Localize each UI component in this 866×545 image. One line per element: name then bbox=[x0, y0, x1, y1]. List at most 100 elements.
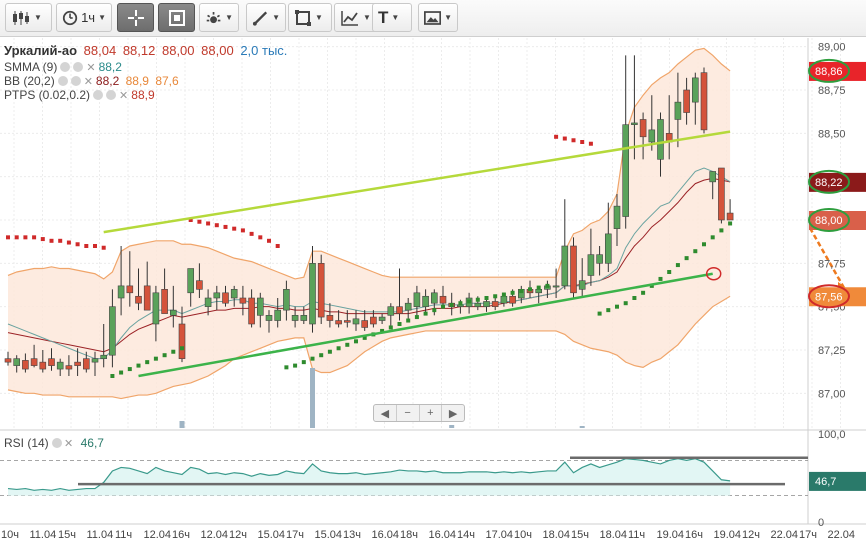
sun-icon bbox=[206, 11, 221, 23]
price-chart[interactable]: 89,0088,7588,5088,2588,0087,7587,5087,25… bbox=[0, 37, 866, 545]
candle-body bbox=[726, 212, 734, 221]
gear-icon[interactable] bbox=[52, 438, 63, 448]
candle-body bbox=[561, 245, 569, 287]
zoom-out-icon[interactable]: − bbox=[397, 405, 420, 421]
time-tick-label: 10ч bbox=[1, 529, 19, 541]
sar-dot bbox=[580, 140, 585, 144]
smma-label: SMMA (9) bbox=[4, 60, 58, 74]
time-tick-label: 10ч bbox=[514, 529, 532, 541]
candle-body bbox=[552, 285, 560, 288]
sar-dot bbox=[414, 315, 419, 320]
sar-dot bbox=[545, 283, 550, 288]
gear-icon[interactable] bbox=[73, 62, 84, 72]
candle-body bbox=[535, 289, 543, 294]
time-tick-label: 11.04 bbox=[87, 529, 114, 541]
text-button[interactable]: T ▼ bbox=[372, 3, 412, 32]
time-tick-label: 17.04 bbox=[486, 529, 514, 541]
candle-body bbox=[274, 309, 282, 321]
eye-icon[interactable] bbox=[60, 62, 71, 72]
sar-dot bbox=[40, 237, 45, 242]
image-button[interactable]: ▼ bbox=[418, 3, 458, 32]
interval-button[interactable]: 1ч ▼ bbox=[56, 3, 112, 32]
text-icon: T bbox=[378, 7, 389, 27]
sar-dot bbox=[153, 356, 158, 361]
draw-shapes-button[interactable]: ▼ bbox=[288, 3, 332, 32]
candle-body bbox=[135, 295, 142, 304]
price-tick-label: 87,00 bbox=[818, 388, 846, 400]
time-tick-label: 12ч bbox=[742, 529, 760, 541]
sar-dot bbox=[214, 223, 219, 228]
candle-body bbox=[222, 292, 229, 304]
candle-body bbox=[48, 358, 55, 366]
time-tick-label: 18.04 bbox=[543, 529, 571, 541]
time-tick-label: 11.04 bbox=[30, 529, 57, 541]
ptps-legend: PTPS (0.02,0.2) ✕ 88,9 bbox=[4, 88, 158, 102]
chart-type-button[interactable]: ▼ bbox=[5, 3, 52, 32]
sar-dot bbox=[606, 308, 611, 313]
bb-mid-value: 88,2 bbox=[95, 74, 120, 88]
candle-body bbox=[300, 315, 308, 321]
toolbar: ▼ 1ч ▼ ▼ ▼ ▼ ▼ T ▼ ▼ bbox=[0, 0, 866, 37]
draw-lines-button[interactable]: ▼ bbox=[246, 3, 286, 32]
sar-dot bbox=[493, 294, 498, 299]
chart-navigation: ◀ − + ▶ bbox=[373, 404, 465, 422]
scroll-left-icon[interactable]: ◀ bbox=[374, 405, 397, 421]
candle-body bbox=[230, 289, 238, 299]
volume-value: 2,0 тыс. bbox=[240, 43, 288, 58]
sar-dot bbox=[6, 235, 10, 240]
image-icon bbox=[424, 10, 442, 25]
candle-body bbox=[213, 292, 221, 299]
pencil-icon bbox=[252, 10, 268, 26]
crosshair-icon bbox=[127, 9, 144, 26]
candle-body bbox=[587, 254, 595, 276]
indicators-button[interactable]: ▼ bbox=[199, 3, 239, 32]
bb-upper-value: 88,9 bbox=[125, 74, 149, 88]
candle-body bbox=[309, 263, 316, 325]
scroll-right-icon[interactable]: ▶ bbox=[442, 405, 464, 421]
ohlc-legend: Уркалий-ао 88,04 88,12 88,00 88,00 2,0 т… bbox=[4, 43, 290, 58]
sar-dot bbox=[397, 322, 402, 326]
candle-body bbox=[187, 268, 194, 294]
crosshair-button[interactable] bbox=[117, 3, 154, 32]
sar-dot bbox=[84, 244, 89, 248]
sar-dot bbox=[336, 346, 341, 351]
candle-body bbox=[422, 295, 429, 307]
close-icon[interactable]: ✕ bbox=[64, 438, 73, 450]
close-icon[interactable]: ✕ bbox=[119, 90, 128, 102]
candle-body bbox=[126, 285, 134, 294]
candle-body bbox=[430, 292, 438, 304]
time-tick-label: 12.04 bbox=[144, 529, 172, 541]
sar-dot bbox=[632, 296, 637, 300]
sar-dot bbox=[658, 276, 663, 281]
gear-icon[interactable] bbox=[106, 90, 117, 100]
gear-icon[interactable] bbox=[70, 76, 81, 86]
snapshot-button[interactable] bbox=[158, 3, 195, 32]
time-tick-label: 17ч bbox=[286, 529, 304, 541]
time-tick-label: 13ч bbox=[343, 529, 361, 541]
sar-dot bbox=[510, 290, 515, 295]
time-tick-label: 16ч bbox=[172, 529, 190, 541]
candle-body bbox=[613, 205, 621, 229]
rsi-value: 46,7 bbox=[80, 436, 104, 450]
sar-dot bbox=[458, 301, 463, 306]
sar-dot bbox=[145, 360, 150, 365]
zoom-in-icon[interactable]: + bbox=[420, 405, 443, 421]
close-icon[interactable]: ✕ bbox=[86, 62, 95, 74]
sar-dot bbox=[432, 308, 437, 313]
sar-dot bbox=[571, 138, 576, 143]
time-tick-label: 11ч bbox=[115, 529, 132, 541]
candle-body bbox=[248, 297, 255, 325]
eye-icon[interactable] bbox=[57, 76, 68, 86]
time-tick-label: 15ч bbox=[58, 529, 76, 541]
sar-dot bbox=[119, 370, 124, 375]
price-tick-label: 87,75 bbox=[818, 258, 846, 270]
sar-dot bbox=[423, 311, 428, 316]
eye-icon[interactable] bbox=[93, 90, 104, 100]
sar-dot bbox=[406, 318, 411, 323]
time-tick-label: 19.04 bbox=[657, 529, 685, 541]
sar-dot bbox=[441, 304, 445, 309]
sar-dot bbox=[719, 228, 724, 233]
close-icon[interactable]: ✕ bbox=[84, 76, 93, 88]
candle-body bbox=[161, 289, 168, 314]
candle-body bbox=[22, 360, 29, 370]
